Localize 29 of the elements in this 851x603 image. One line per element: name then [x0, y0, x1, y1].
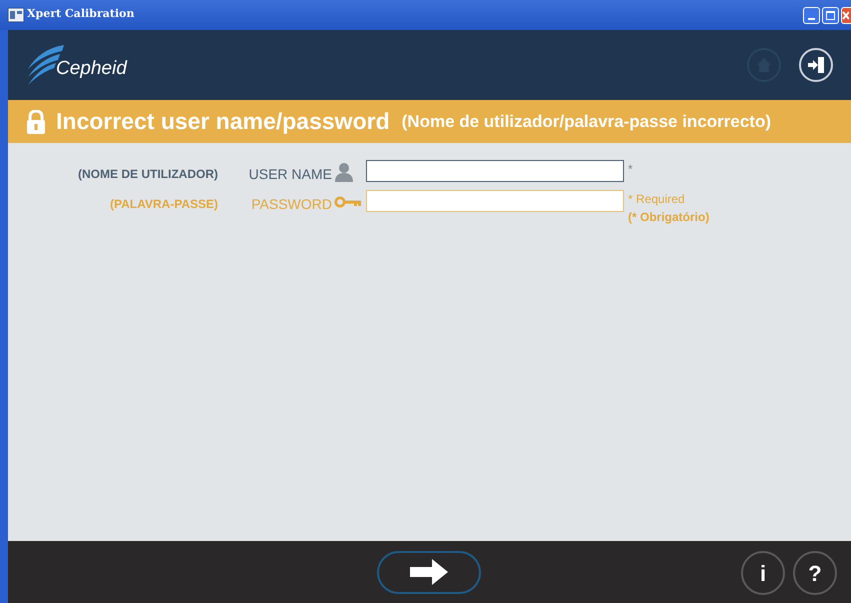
- key-icon: [334, 196, 362, 208]
- app-icon: [8, 8, 24, 22]
- right-arrow-icon: [410, 559, 448, 585]
- username-field[interactable]: [366, 160, 624, 182]
- help-button[interactable]: ?: [793, 551, 837, 595]
- window-title: Xpert Calibration: [27, 6, 134, 22]
- minimize-icon: [808, 18, 815, 20]
- error-translation: (Nome de utilizador/palavra-passe incorrecto): [402, 110, 772, 133]
- required-mark: * Required: [628, 191, 686, 208]
- error-message: Incorrect user name/password: [56, 107, 390, 136]
- logout-button[interactable]: [799, 48, 833, 82]
- next-button[interactable]: [376, 550, 480, 594]
- person-icon: [334, 162, 354, 182]
- maximize-icon: [826, 10, 835, 20]
- required-translation: (* Obrigatório): [628, 209, 710, 226]
- close-button[interactable]: [841, 6, 851, 24]
- maximize-button[interactable]: [822, 6, 839, 24]
- info-button[interactable]: i: [741, 551, 785, 595]
- field-translation: (PALAVRA-PASSE): [109, 196, 218, 213]
- exit-door-icon: [807, 56, 825, 74]
- lock-icon: [26, 110, 46, 134]
- close-icon: [842, 10, 849, 20]
- minimize-button[interactable]: [803, 6, 820, 24]
- field-label: PASSWORD: [251, 195, 332, 214]
- password-field[interactable]: [366, 190, 624, 212]
- field-translation: (NOME DE UTILIZADOR): [77, 166, 218, 183]
- required-mark: *: [628, 161, 633, 178]
- field-label: USER NAME: [248, 165, 332, 184]
- logo-text: Cepheid: [56, 56, 127, 80]
